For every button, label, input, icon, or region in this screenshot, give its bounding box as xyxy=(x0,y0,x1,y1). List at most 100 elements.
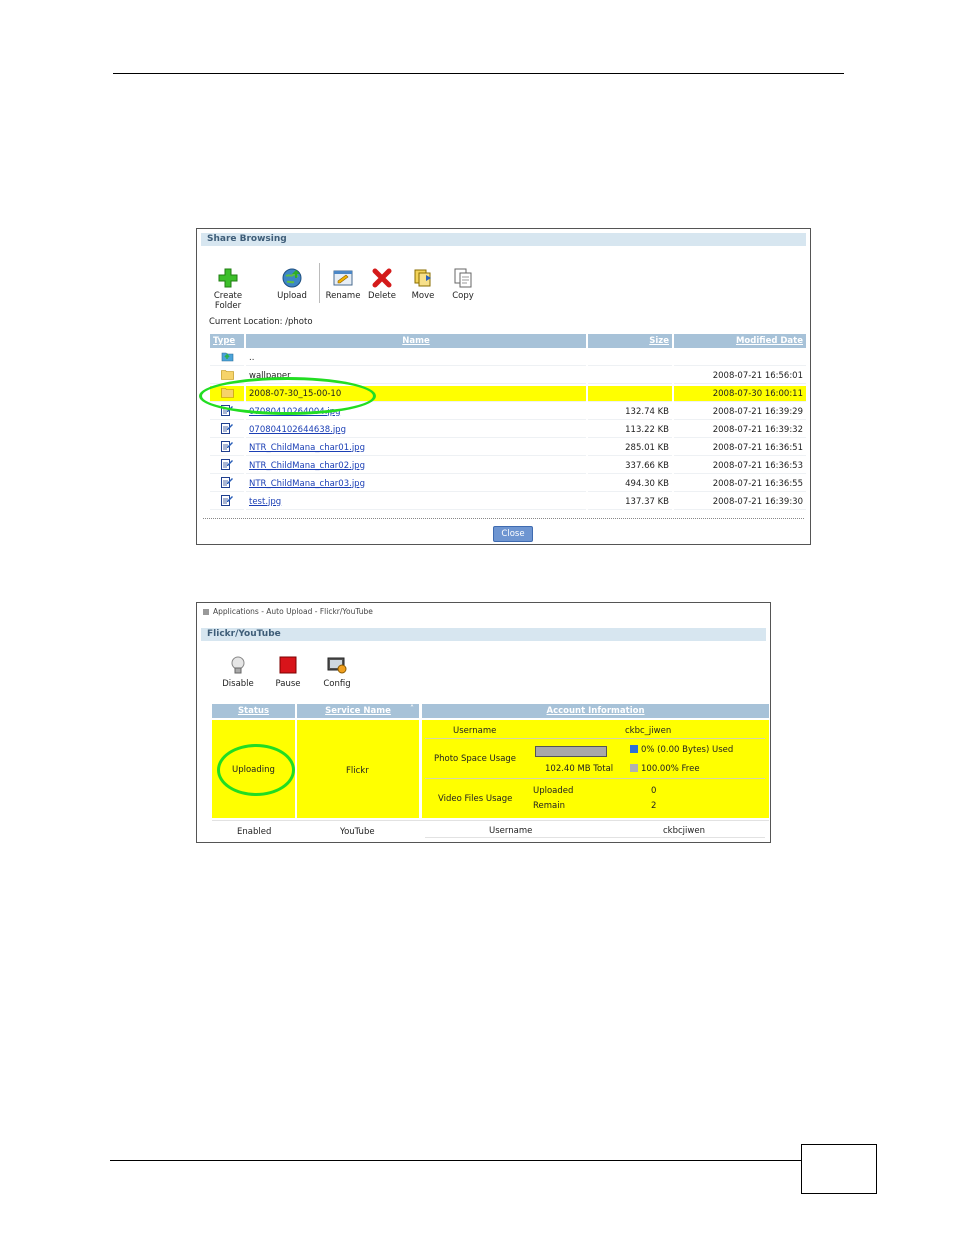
row-type xyxy=(210,476,244,492)
row-name[interactable]: NTR_ChildMana_char02.jpg xyxy=(246,458,586,474)
upload-button[interactable]: Upload xyxy=(277,267,307,301)
remain-label: Remain xyxy=(533,801,565,811)
row-size: 137.37 KB xyxy=(588,494,672,510)
table-row[interactable]: 070804102644638.jpg 113.22 KB 2008-07-21 1… xyxy=(210,422,806,438)
stop-square-icon xyxy=(279,656,297,674)
disable-button[interactable]: Disable xyxy=(221,655,255,689)
photo-total: 102.40 MB Total xyxy=(545,764,614,774)
remain-count: 2 xyxy=(651,801,657,811)
highlight-oval-uploading xyxy=(217,744,295,796)
copy-button[interactable]: Copy xyxy=(448,267,478,301)
delete-label: Delete xyxy=(368,291,396,301)
row-modified xyxy=(674,350,806,366)
copy-label: Copy xyxy=(452,291,474,301)
config-button[interactable]: Config xyxy=(322,655,352,689)
page-number-box xyxy=(801,1144,877,1194)
move-label: Move xyxy=(411,291,435,301)
row-name[interactable]: test.jpg xyxy=(246,494,586,510)
row-size: 285.01 KB xyxy=(588,440,672,456)
row-name[interactable]: 070804102644638.jpg xyxy=(246,422,586,438)
row-modified: 2008-07-21 16:36:53 xyxy=(674,458,806,474)
row-type xyxy=(210,440,244,456)
row-size: 113.22 KB xyxy=(588,422,672,438)
col-size[interactable]: Size xyxy=(588,334,672,348)
photo-used: 0% (0.00 Bytes) Used xyxy=(630,745,733,755)
move-button[interactable]: Move xyxy=(408,267,438,301)
col-type[interactable]: Type xyxy=(210,334,244,348)
used-swatch xyxy=(630,745,638,753)
move-icon xyxy=(414,269,431,287)
youtube-username: ckbcjiwen xyxy=(663,826,705,836)
row-modified: 2008-07-30 16:00:11 xyxy=(674,386,806,402)
highlight-oval-folder xyxy=(199,377,376,415)
table-row[interactable]: NTR_ChildMana_char03.jpg 494.30 KB 2008-07… xyxy=(210,476,806,492)
file-link[interactable]: test.jpg xyxy=(249,497,281,507)
row-size: 337.66 KB xyxy=(588,458,672,474)
flickr-service: Flickr xyxy=(346,766,369,776)
table-row[interactable]: test.jpg 137.37 KB 2008-07-21 16:39:30 xyxy=(210,494,806,510)
col-service-name[interactable]: Service Name ˄ xyxy=(297,704,419,718)
create-folder-button[interactable]: Create Folder xyxy=(210,267,246,311)
file-link[interactable]: NTR_ChildMana_char03.jpg xyxy=(249,479,365,489)
file-link[interactable]: NTR_ChildMana_char02.jpg xyxy=(249,461,365,471)
sort-caret-icon: ˄ xyxy=(410,704,414,713)
file-link[interactable]: 070804102644638.jpg xyxy=(249,425,346,435)
row-name[interactable]: .. xyxy=(246,350,586,366)
page-header-rule xyxy=(113,73,844,74)
youtube-service: YouTube xyxy=(340,827,375,837)
share-browsing-title: Share Browsing xyxy=(201,233,806,246)
row-modified: 2008-07-21 16:56:01 xyxy=(674,368,806,384)
row-name[interactable]: NTR_ChildMana_char03.jpg xyxy=(246,476,586,492)
table-row[interactable]: .. xyxy=(210,350,806,366)
row-type xyxy=(210,350,244,366)
page-footer-rule xyxy=(110,1160,802,1161)
col-account-information[interactable]: Account Information xyxy=(422,704,769,718)
file-link[interactable]: NTR_ChildMana_char01.jpg xyxy=(249,443,365,453)
parent-folder-icon xyxy=(221,352,234,365)
delete-x-icon xyxy=(372,268,392,288)
row-divider xyxy=(425,778,765,779)
share-browsing-window: Share Browsing Create Folder Upload Rena… xyxy=(196,228,811,545)
table-row[interactable]: NTR_ChildMana_char02.jpg 337.66 KB 2008-07… xyxy=(210,458,806,474)
flickr-youtube-title: Flickr/YouTube xyxy=(201,628,766,641)
rename-button[interactable]: Rename xyxy=(325,267,361,301)
delete-button[interactable]: Delete xyxy=(367,267,397,301)
row-modified: 2008-07-21 16:39:30 xyxy=(674,494,806,510)
file-table: Type Name Size Modified Date .. wallpaper… xyxy=(208,332,808,512)
photo-space-label: Photo Space Usage xyxy=(434,754,517,764)
flickr-username: ckbc_jiwen xyxy=(625,726,672,736)
close-button[interactable]: Close xyxy=(493,526,533,542)
row-size xyxy=(588,350,672,366)
table-row[interactable]: NTR_ChildMana_char01.jpg 285.01 KB 2008-07… xyxy=(210,440,806,456)
row-size xyxy=(588,368,672,384)
row-size: 132.74 KB xyxy=(588,404,672,420)
copy-icon xyxy=(454,268,472,288)
uploaded-label: Uploaded xyxy=(533,786,574,796)
col-name[interactable]: Name xyxy=(246,334,586,348)
video-usage-label: Video Files Usage xyxy=(438,794,513,804)
uploaded-count: 0 xyxy=(651,786,657,796)
row-size: 494.30 KB xyxy=(588,476,672,492)
pause-button[interactable]: Pause xyxy=(273,655,303,689)
config-label: Config xyxy=(323,679,351,689)
flickr-youtube-window: Applications - Auto Upload - Flickr/YouT… xyxy=(196,602,771,843)
file-icon xyxy=(221,423,233,437)
row-name[interactable]: NTR_ChildMana_char01.jpg xyxy=(246,440,586,456)
row-modified: 2008-07-21 16:39:29 xyxy=(674,404,806,420)
col-modified-date[interactable]: Modified Date xyxy=(674,334,806,348)
footer-divider xyxy=(203,518,804,519)
col-status[interactable]: Status xyxy=(212,704,295,718)
file-icon xyxy=(221,459,233,473)
globe-upload-icon xyxy=(282,268,302,288)
row-divider xyxy=(425,837,765,838)
file-icon xyxy=(221,495,233,509)
pause-label: Pause xyxy=(275,679,301,689)
youtube-status: Enabled xyxy=(237,827,272,837)
row-modified: 2008-07-21 16:39:32 xyxy=(674,422,806,438)
photo-space-bar xyxy=(535,746,607,757)
file-icon xyxy=(221,441,233,455)
row-modified: 2008-07-21 16:36:55 xyxy=(674,476,806,492)
create-folder-label: Create Folder xyxy=(213,291,243,311)
row-divider xyxy=(212,820,769,821)
row-type xyxy=(210,494,244,510)
